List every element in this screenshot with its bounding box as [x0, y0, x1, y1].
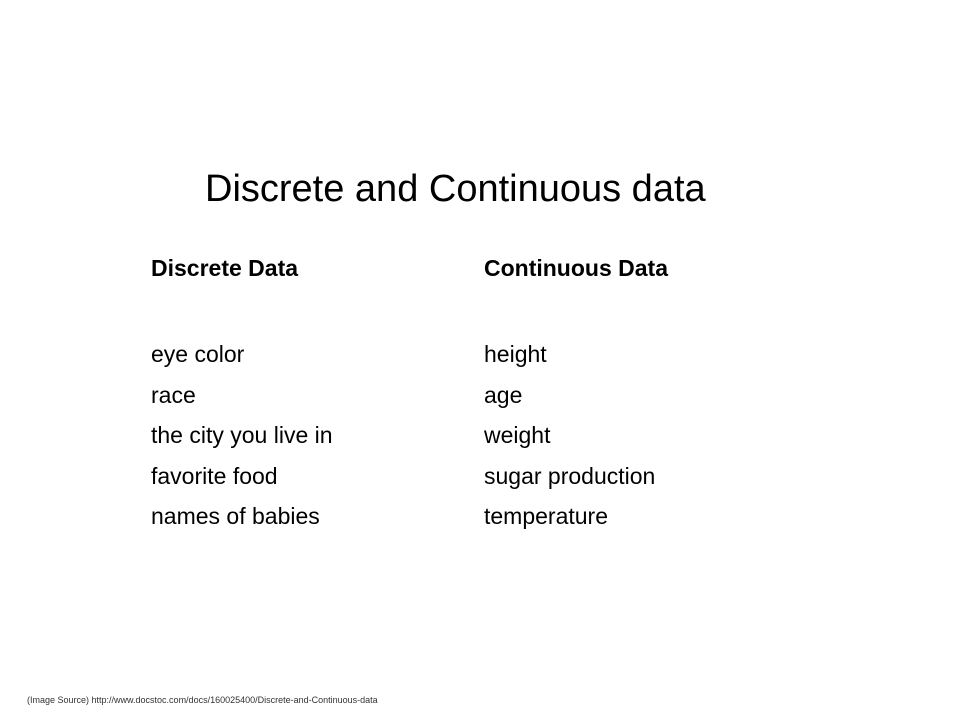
slide-title: Discrete and Continuous data [205, 168, 706, 210]
continuous-data-column: Continuous Data height age weight sugar … [484, 253, 804, 537]
discrete-data-column: Discrete Data eye color race the city yo… [151, 253, 471, 537]
list-item: names of babies [151, 503, 320, 529]
list-item: height [484, 341, 547, 367]
list-item: age [484, 381, 523, 408]
list-item: temperature [484, 503, 609, 529]
image-source-note: (Image Source) http://www.docstoc.com/do… [27, 695, 378, 705]
discrete-data-heading: Discrete Data [151, 255, 299, 281]
continuous-data-heading: Continuous Data [484, 255, 668, 281]
list-item: the city you live in [151, 422, 333, 448]
list-item: race [151, 381, 196, 408]
discrete-data-list: eye color race the city you live in favo… [151, 334, 471, 537]
list-item: sugar production [484, 462, 656, 489]
list-item: favorite food [151, 462, 278, 489]
list-item: eye color [151, 341, 245, 367]
continuous-data-list: height age weight sugar production tempe… [484, 334, 804, 537]
list-item: weight [484, 422, 551, 448]
slide: Discrete and Continuous data Discrete Da… [0, 0, 960, 720]
